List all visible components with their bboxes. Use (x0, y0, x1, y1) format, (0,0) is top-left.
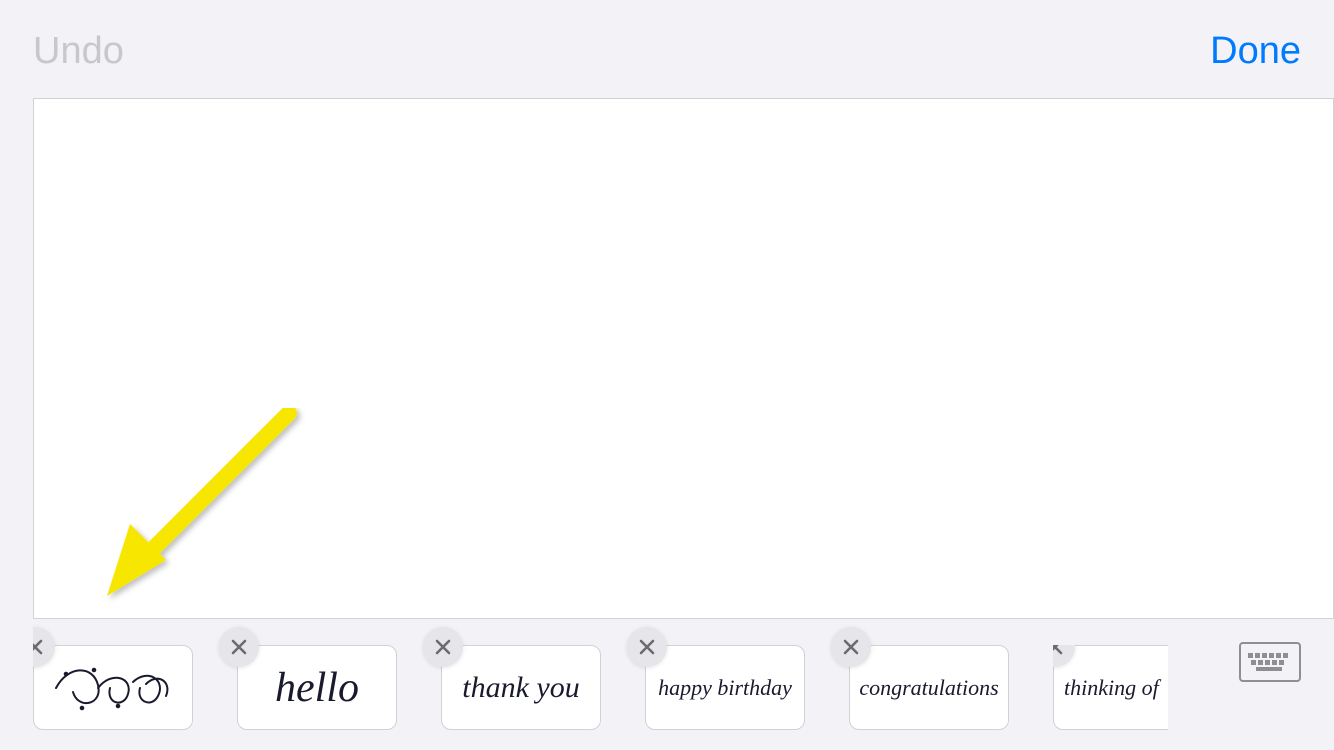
preset-card[interactable]: congratulations (849, 645, 1009, 730)
preset-item-scribble (33, 645, 193, 730)
close-icon (33, 639, 43, 655)
preset-card[interactable]: thank you (441, 645, 601, 730)
scribble-preview (48, 660, 178, 716)
delete-preset-button[interactable] (219, 627, 259, 667)
preset-card[interactable] (33, 645, 193, 730)
header-bar: Undo Done (0, 0, 1334, 98)
close-icon (1053, 645, 1063, 655)
preset-label: congratulations (859, 675, 998, 701)
preset-item-thank-you: thank you (441, 645, 601, 730)
preset-card[interactable]: hello (237, 645, 397, 730)
close-icon (435, 639, 451, 655)
preset-label: thinking of (1064, 675, 1159, 701)
keyboard-icon (1246, 651, 1294, 673)
close-icon (843, 639, 859, 655)
preset-bar: hello thank you happy birthday c (0, 619, 1334, 750)
preset-card[interactable]: happy birthday (645, 645, 805, 730)
preset-item-congratulations: congratulations (849, 645, 1009, 730)
handwriting-canvas[interactable] (33, 98, 1334, 619)
preset-label: happy birthday (658, 675, 792, 701)
close-icon (639, 639, 655, 655)
undo-button: Undo (33, 30, 124, 73)
done-button[interactable]: Done (1210, 30, 1301, 73)
keyboard-button[interactable] (1239, 642, 1301, 682)
delete-preset-button[interactable] (831, 627, 871, 667)
close-icon (231, 639, 247, 655)
arrow-annotation (94, 408, 314, 628)
preset-strip[interactable]: hello thank you happy birthday c (33, 619, 1199, 730)
preset-item-hello: hello (237, 645, 397, 730)
delete-preset-button[interactable] (423, 627, 463, 667)
preset-item-happy-birthday: happy birthday (645, 645, 805, 730)
preset-item-thinking-of: thinking of (1053, 645, 1168, 730)
preset-label: hello (275, 664, 359, 712)
delete-preset-button[interactable] (627, 627, 667, 667)
preset-label: thank you (462, 671, 579, 705)
